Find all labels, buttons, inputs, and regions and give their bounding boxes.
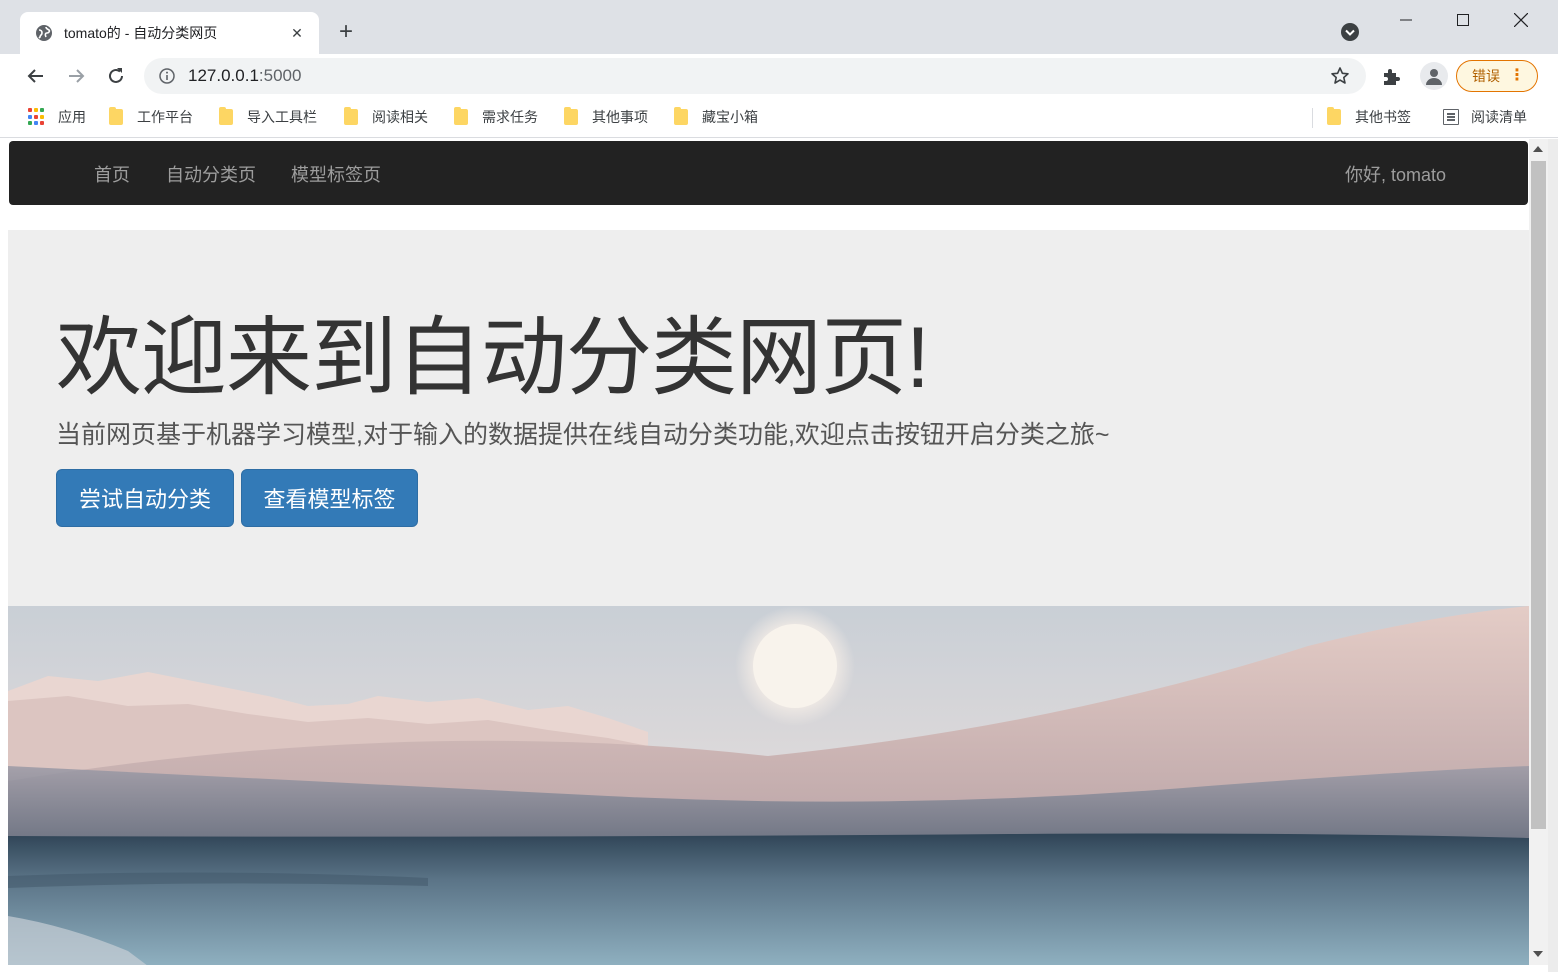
window-minimize-button[interactable] <box>1377 0 1435 40</box>
arrow-left-icon <box>27 69 43 83</box>
scrollbar-thumb[interactable] <box>1531 161 1546 829</box>
folder-icon <box>219 107 233 125</box>
page-subtitle: 当前网页基于机器学习模型,对于输入的数据提供在线自动分类功能,欢迎点击按钮开启分… <box>56 421 1110 449</box>
reload-button[interactable] <box>100 60 132 92</box>
browser-toolbar: 127.0.0.1:5000 错误 ⋮ <box>0 54 1558 98</box>
view-labels-button[interactable]: 查看模型标签 <box>241 469 418 527</box>
try-classify-button[interactable]: 尝试自动分类 <box>56 469 234 527</box>
tab-title: tomato的 - 自动分类网页 <box>64 25 218 41</box>
site-navbar: 首页 自动分类页 模型标签页 你好, tomato <box>9 141 1528 205</box>
bookmark-folder-treasure[interactable]: 藏宝小箱 <box>674 106 758 128</box>
browser-window: tomato的 - 自动分类网页 ✕ + 127.0.0.1:5000 错误 ⋮… <box>0 0 1558 972</box>
browser-tab-active[interactable]: tomato的 - 自动分类网页 ✕ <box>20 12 319 54</box>
arrow-right-icon <box>69 69 85 83</box>
forward-button[interactable] <box>60 60 92 92</box>
bookmark-label: 阅读清单 <box>1471 109 1527 125</box>
page-scrollbar[interactable] <box>1529 139 1548 965</box>
user-greeting: 你好, tomato <box>1345 165 1447 185</box>
address-bar[interactable]: 127.0.0.1:5000 <box>144 58 1366 94</box>
back-button[interactable] <box>20 60 52 92</box>
bookmark-star-icon[interactable] <box>1328 64 1352 88</box>
window-close-button[interactable] <box>1492 0 1550 40</box>
bookmark-label: 阅读相关 <box>372 109 428 125</box>
page-viewport: 首页 自动分类页 模型标签页 你好, tomato 欢迎来到自动分类网页! 当前… <box>8 139 1529 965</box>
bookmarks-separator <box>1312 108 1313 128</box>
error-status-button[interactable]: 错误 ⋮ <box>1456 60 1538 92</box>
nav-link-home[interactable]: 首页 <box>94 161 130 187</box>
hero-landscape-image <box>8 606 1529 965</box>
bookmark-folder-work[interactable]: 工作平台 <box>109 106 193 128</box>
folder-icon <box>109 107 123 125</box>
profile-avatar-icon[interactable] <box>1420 62 1448 90</box>
reload-icon <box>109 68 123 83</box>
bookmark-label: 导入工具栏 <box>247 109 317 125</box>
url-port: :5000 <box>258 66 302 85</box>
bookmark-folder-other-bookmarks[interactable]: 其他书签 <box>1327 106 1411 128</box>
nav-link-classify[interactable]: 自动分类页 <box>166 161 256 187</box>
bookmark-label: 其他事项 <box>592 109 648 125</box>
extensions-puzzle-icon[interactable] <box>1378 64 1404 90</box>
scroll-down-arrow-icon[interactable] <box>1533 951 1543 957</box>
url-host: 127.0.0.1 <box>188 66 259 85</box>
folder-icon <box>674 107 688 125</box>
bookmarks-bar: 应用 工作平台 导入工具栏 阅读相关 需求任务 其他事项 藏宝小箱 其他书签 阅… <box>0 98 1558 138</box>
bookmark-folder-other-items[interactable]: 其他事项 <box>564 106 648 128</box>
window-right-edge <box>1548 139 1558 972</box>
new-tab-button[interactable]: + <box>332 18 360 46</box>
jumbotron: 欢迎来到自动分类网页! 当前网页基于机器学习模型,对于输入的数据提供在线自动分类… <box>8 230 1529 606</box>
bookmark-folder-import[interactable]: 导入工具栏 <box>219 106 317 128</box>
url-text: 127.0.0.1:5000 <box>188 66 1328 86</box>
scroll-up-arrow-icon[interactable] <box>1533 146 1543 152</box>
bookmark-label: 需求任务 <box>482 109 538 125</box>
error-label: 错误 <box>1472 68 1500 84</box>
page-title: 欢迎来到自动分类网页! <box>56 310 930 406</box>
folder-icon <box>564 107 578 125</box>
bookmark-label: 其他书签 <box>1355 109 1411 125</box>
globe-icon <box>34 23 54 43</box>
folder-icon <box>1327 107 1341 125</box>
bookmark-apps[interactable]: 应用 <box>28 106 86 128</box>
reading-list-icon <box>1443 109 1459 125</box>
window-maximize-button[interactable] <box>1434 0 1492 40</box>
reading-list-button[interactable]: 阅读清单 <box>1443 106 1527 128</box>
site-info-icon[interactable] <box>158 67 176 85</box>
bookmark-folder-tasks[interactable]: 需求任务 <box>454 106 538 128</box>
tab-search-icon[interactable] <box>1340 22 1360 42</box>
folder-icon <box>454 107 468 125</box>
bookmark-folder-reading[interactable]: 阅读相关 <box>344 106 428 128</box>
bookmark-label: 藏宝小箱 <box>702 109 758 125</box>
tab-strip: tomato的 - 自动分类网页 ✕ + <box>0 0 1558 54</box>
bookmark-label: 工作平台 <box>137 109 193 125</box>
browser-menu-icon[interactable]: ⋮ <box>1509 67 1525 85</box>
folder-icon <box>344 107 358 125</box>
apps-grid-icon <box>28 108 46 126</box>
tab-close-icon[interactable]: ✕ <box>287 23 307 43</box>
bookmark-label: 应用 <box>58 109 86 125</box>
nav-link-labels[interactable]: 模型标签页 <box>291 161 381 187</box>
